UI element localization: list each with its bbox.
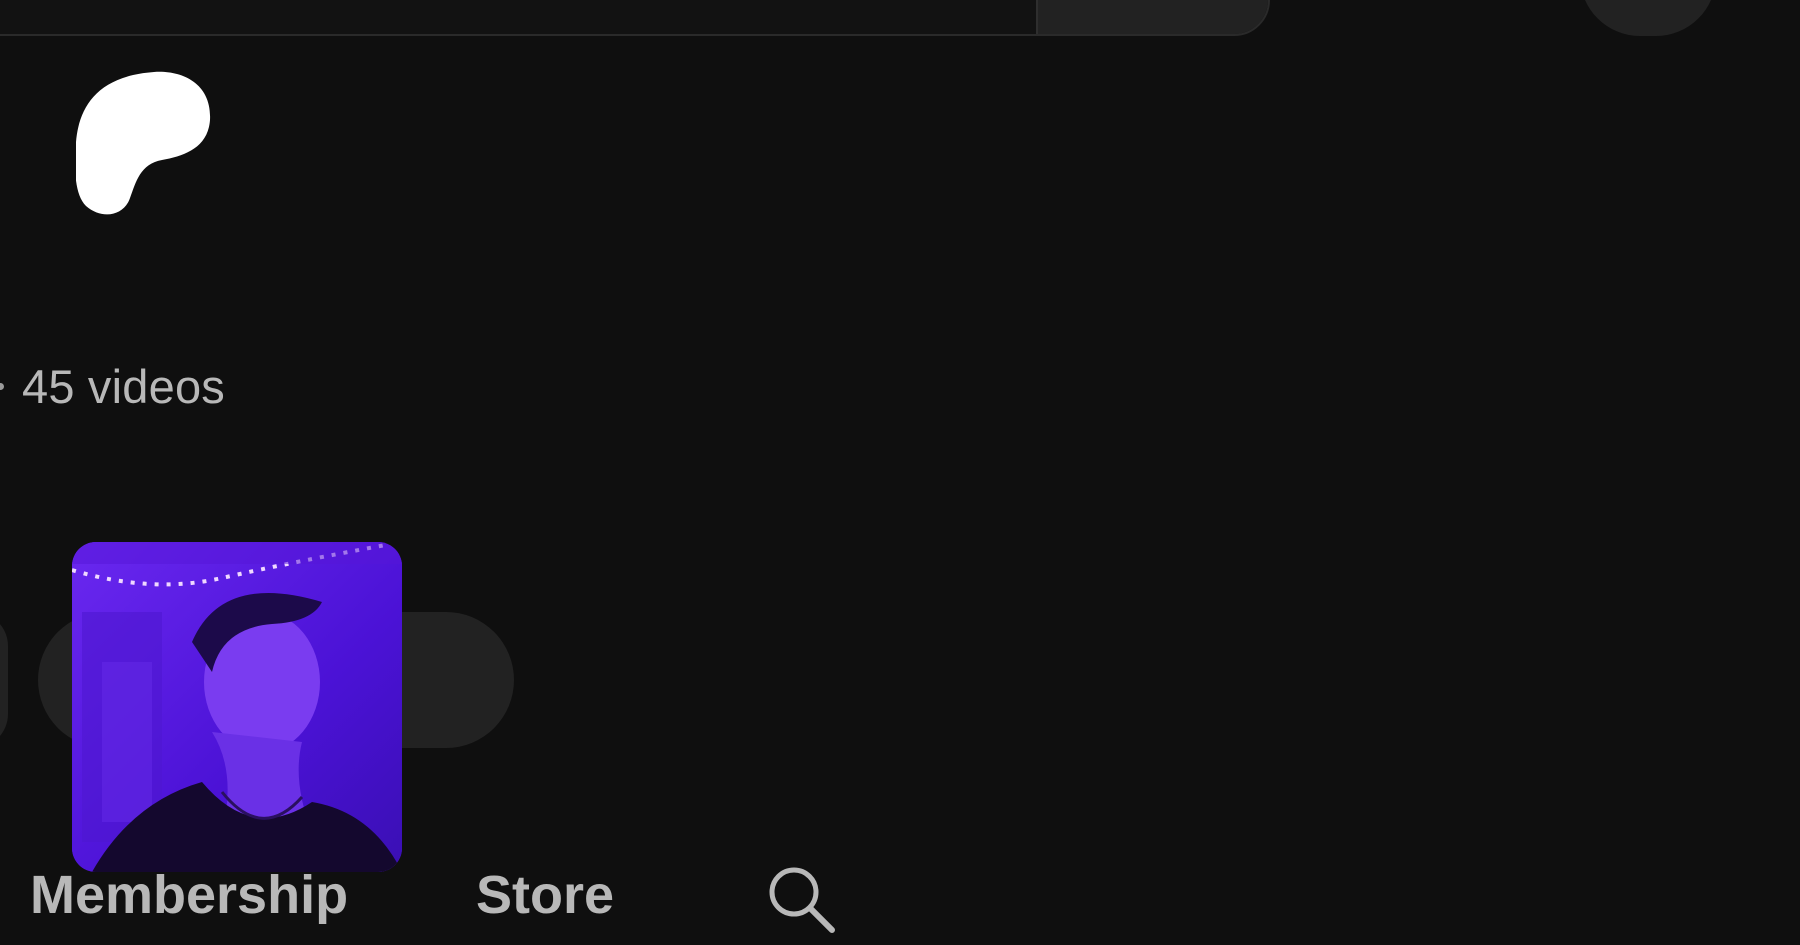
channel-page: 45 videos os — [0, 0, 1800, 945]
profile-photo — [72, 542, 402, 872]
profile-thumbnail — [72, 542, 402, 872]
patreon-logo-icon[interactable] — [76, 70, 212, 218]
search-button[interactable] — [1036, 0, 1268, 34]
tab-store[interactable]: Store — [476, 860, 614, 930]
search-bar[interactable] — [0, 0, 1270, 36]
voice-search-button[interactable] — [1580, 0, 1716, 36]
chip-previous[interactable] — [0, 612, 8, 748]
video-count: 45 videos — [22, 359, 225, 413]
tab-membership[interactable]: Membership — [30, 860, 348, 930]
search-icon[interactable] — [764, 862, 836, 934]
channel-stats: 45 videos — [0, 358, 225, 414]
separator-dot — [0, 382, 4, 390]
